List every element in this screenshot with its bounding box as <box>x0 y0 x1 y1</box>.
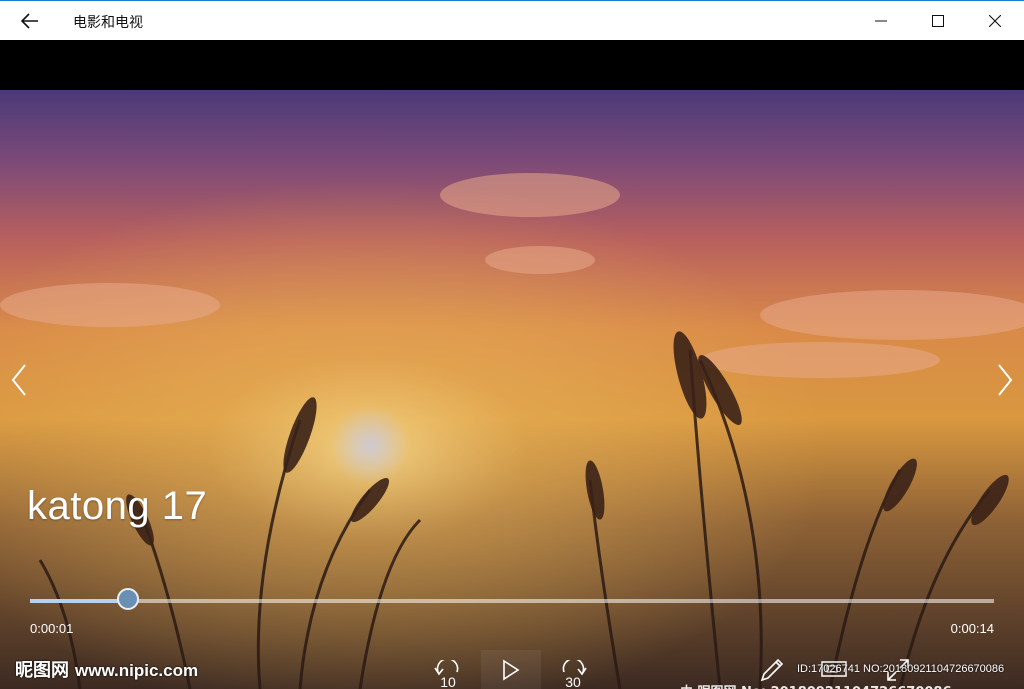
total-time: 0:00:14 <box>950 621 994 636</box>
back-button[interactable] <box>12 7 48 35</box>
video-title: katong 17 <box>27 484 208 528</box>
close-icon <box>989 15 1001 27</box>
skip-forward-label: 30 <box>565 674 581 689</box>
chevron-left-icon <box>11 364 26 396</box>
pen-icon <box>760 658 784 682</box>
back-arrow-icon <box>21 13 38 29</box>
play-button[interactable] <box>481 650 541 689</box>
minimize-icon <box>875 20 887 22</box>
watermark-url: www.nipic.com <box>75 661 199 680</box>
video-canvas[interactable]: katong 17 0:00:01 0:00:14 昵图网 www.nipic.c… <box>0 90 1024 689</box>
current-time: 0:00:01 <box>30 621 74 636</box>
maximize-button[interactable] <box>910 1 966 41</box>
chevron-right-icon <box>998 364 1013 396</box>
previous-button[interactable] <box>4 360 34 400</box>
close-button[interactable] <box>967 1 1023 41</box>
title-bar: 电影和电视 <box>0 0 1024 40</box>
skip-forward-button[interactable]: 30 <box>553 650 593 689</box>
letterbox-top <box>0 40 1024 90</box>
skip-back-button[interactable]: 10 <box>428 650 468 689</box>
app-title: 电影和电视 <box>73 15 143 31</box>
watermark-bottom: 由 昵图网 No: 20180921104726670086 <box>680 681 1024 689</box>
seek-progress <box>30 599 128 603</box>
play-icon <box>503 659 520 680</box>
watermark-id: ID:17026741 NO:20180921104726670086 <box>797 663 1005 675</box>
watermark-brand-text: 昵图网 <box>15 660 69 680</box>
seek-thumb[interactable] <box>117 588 139 610</box>
watermark-brand: 昵图网 www.nipic.com <box>15 656 198 682</box>
minimize-button[interactable] <box>853 1 909 41</box>
skip-back-label: 10 <box>440 674 456 689</box>
maximize-icon <box>932 15 944 27</box>
next-button[interactable] <box>990 360 1020 400</box>
seek-bar[interactable] <box>30 588 994 610</box>
